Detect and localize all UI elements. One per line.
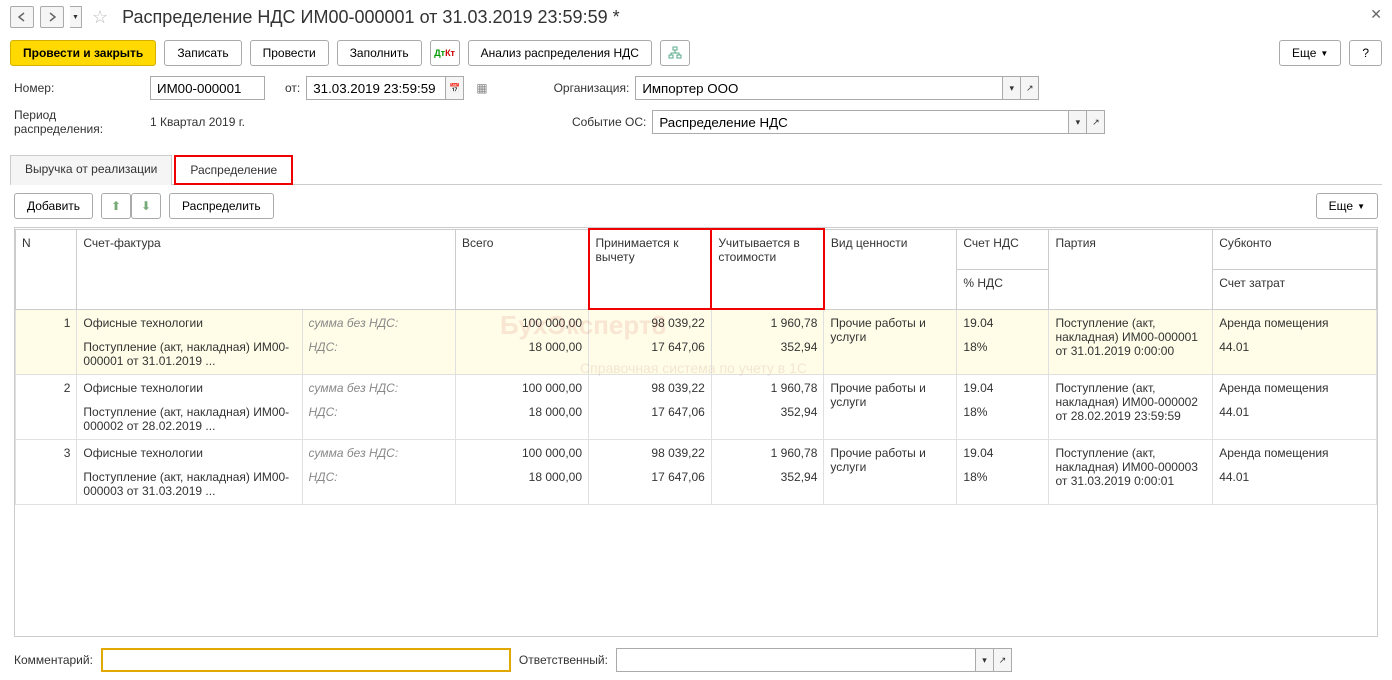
nav-dropdown[interactable]: ▼ [70,6,82,28]
cell-deduct: 98 039,2217 647,06 [589,309,712,374]
nav-back-button[interactable] [10,6,34,28]
period-value: 1 Квартал 2019 г. [150,115,245,129]
col-cost-acc[interactable]: Счет затрат [1213,269,1377,309]
cell-sub: Аренда помещения44.01 [1213,439,1377,504]
cell-cost: 1 960,78352,94 [711,374,824,439]
cell-batch: Поступление (акт, накладная) ИМ00-000001… [1049,309,1213,374]
distribution-table[interactable]: N Счет-фактура Всего Принимается к вычет… [14,227,1378,637]
nav-forward-button[interactable] [40,6,64,28]
table-row[interactable]: 2 Офисные технологииПоступление (акт, на… [16,374,1377,439]
col-total[interactable]: Всего [456,229,589,309]
cell-type: Прочие работы и услуги [824,374,957,439]
cell-deduct: 98 039,2217 647,06 [589,374,712,439]
cell-invoice: Офисные технологииПоступление (акт, накл… [77,309,302,374]
help-button[interactable]: ? [1349,40,1382,66]
date-input[interactable] [306,76,446,100]
number-label: Номер: [14,81,144,95]
date-extra-icon[interactable]: ▦ [476,81,487,95]
cell-sum-labels: сумма без НДС:НДС: [302,439,456,504]
dtct-button[interactable]: ДтКт [430,40,460,66]
col-cost[interactable]: Учитывается в стоимости [711,229,824,309]
post-and-close-button[interactable]: Провести и закрыть [10,40,156,66]
responsible-dropdown[interactable]: ▾ [976,648,994,672]
responsible-label: Ответственный: [519,653,608,667]
table-row[interactable]: 3 Офисные технологииПоступление (акт, на… [16,439,1377,504]
period-label: Период распределения: [14,108,144,136]
table-more-button[interactable]: Еще ▼ [1316,193,1378,219]
cell-n: 2 [16,374,77,439]
cell-n: 1 [16,309,77,374]
move-up-button[interactable]: ⬆ [101,193,131,219]
favorite-star-icon[interactable]: ☆ [92,7,108,28]
post-button[interactable]: Провести [250,40,329,66]
org-label: Организация: [554,81,630,95]
col-invoice[interactable]: Счет-фактура [77,229,456,309]
event-open-icon[interactable]: ↗ [1087,110,1105,134]
tab-revenue[interactable]: Выручка от реализации [10,155,172,185]
responsible-input[interactable] [616,648,976,672]
cell-total: 100 000,0018 000,00 [456,309,589,374]
event-dropdown[interactable]: ▾ [1069,110,1087,134]
cell-batch: Поступление (акт, накладная) ИМ00-000003… [1049,439,1213,504]
cell-sum-labels: сумма без НДС:НДС: [302,309,456,374]
cell-batch: Поступление (акт, накладная) ИМ00-000002… [1049,374,1213,439]
cell-type: Прочие работы и услуги [824,439,957,504]
org-open-icon[interactable]: ↗ [1021,76,1039,100]
org-dropdown[interactable]: ▾ [1003,76,1021,100]
event-label: Событие ОС: [572,115,646,129]
org-input[interactable] [635,76,1003,100]
move-down-button[interactable]: ⬇ [131,193,161,219]
vat-analysis-button[interactable]: Анализ распределения НДС [468,40,652,66]
cell-acc: 19.0418% [957,439,1049,504]
cell-total: 100 000,0018 000,00 [456,374,589,439]
cell-deduct: 98 039,2217 647,06 [589,439,712,504]
cell-sub: Аренда помещения44.01 [1213,309,1377,374]
cell-sum-labels: сумма без НДС:НДС: [302,374,456,439]
number-input[interactable] [150,76,265,100]
cell-acc: 19.0418% [957,309,1049,374]
cell-cost: 1 960,78352,94 [711,439,824,504]
comment-input[interactable] [101,648,511,672]
col-vat-pct[interactable]: % НДС [957,269,1049,309]
cell-type: Прочие работы и услуги [824,309,957,374]
window-title: Распределение НДС ИМ00-000001 от 31.03.2… [122,7,619,28]
save-button[interactable]: Записать [164,40,241,66]
fill-button[interactable]: Заполнить [337,40,422,66]
close-icon[interactable]: ✕ [1370,6,1382,23]
col-n[interactable]: N [16,229,77,309]
tab-distribution[interactable]: Распределение [174,155,293,185]
cell-n: 3 [16,439,77,504]
col-subconto[interactable]: Субконто [1213,229,1377,269]
col-deduct[interactable]: Принимается к вычету [589,229,712,309]
cell-acc: 19.0418% [957,374,1049,439]
cell-invoice: Офисные технологииПоступление (акт, накл… [77,439,302,504]
more-button[interactable]: Еще ▼ [1279,40,1341,66]
distribute-button[interactable]: Распределить [169,193,274,219]
col-type[interactable]: Вид ценности [824,229,957,309]
cell-cost: 1 960,78352,94 [711,309,824,374]
cell-sub: Аренда помещения44.01 [1213,374,1377,439]
col-vat-acc[interactable]: Счет НДС [957,229,1049,269]
structure-button[interactable] [660,40,690,66]
col-batch[interactable]: Партия [1049,229,1213,309]
table-row[interactable]: 1 Офисные технологииПоступление (акт, на… [16,309,1377,374]
comment-label: Комментарий: [14,653,93,667]
add-button[interactable]: Добавить [14,193,93,219]
calendar-icon[interactable]: 📅 [446,76,464,100]
date-label: от: [285,81,300,95]
cell-invoice: Офисные технологииПоступление (акт, накл… [77,374,302,439]
cell-total: 100 000,0018 000,00 [456,439,589,504]
event-input[interactable] [652,110,1069,134]
responsible-open-icon[interactable]: ↗ [994,648,1012,672]
